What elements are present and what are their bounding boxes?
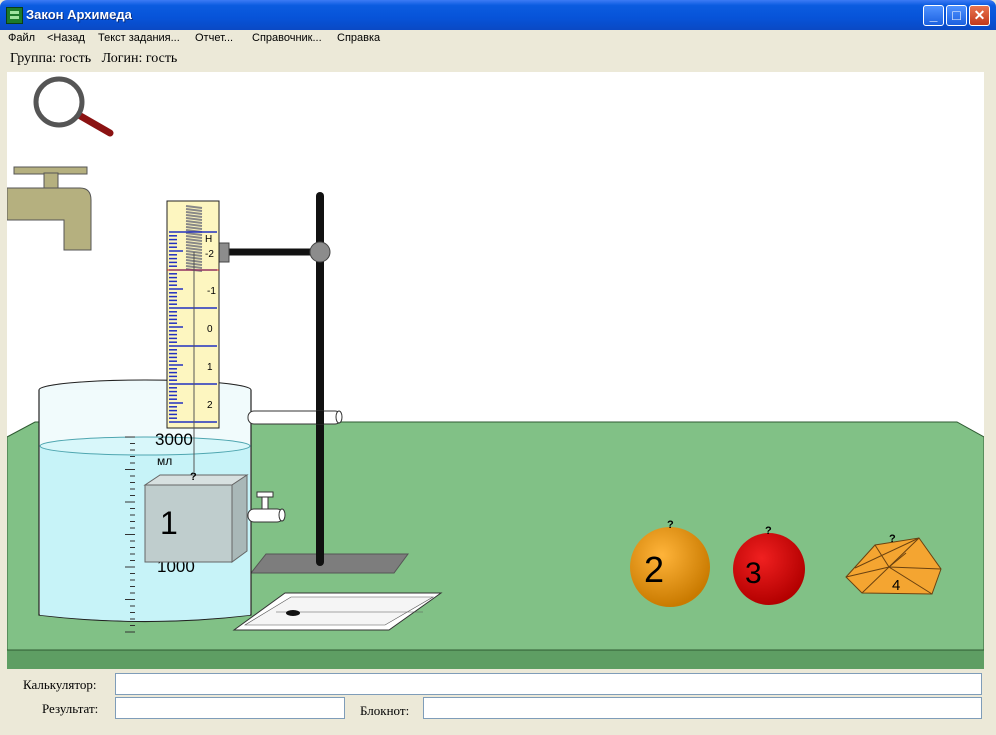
maximize-button[interactable]: □ [946,5,967,26]
maximize-icon: □ [952,7,961,23]
menu-report[interactable]: Отчет... [195,32,233,44]
dyn-label-1: 1 [207,362,213,373]
group-value: гость [59,51,92,66]
menu-file[interactable]: Файл [8,32,35,44]
minimize-icon: _ [929,7,938,23]
title-bar: Закон Архимеда _ □ ✕ [0,0,996,30]
table-edge [7,650,984,669]
beaker-label-3000: 3000 [155,430,193,449]
stand-clamp [247,410,343,425]
object-1-mark: ? [190,471,197,483]
close-icon: ✕ [973,7,986,23]
dyn-label-m2: -2 [205,249,214,260]
minimize-button[interactable]: _ [923,5,944,26]
simulation-canvas[interactable]: 3000 мл 2000 1000 Н -1 0 1 2 -2 1 ? [7,72,984,669]
app-icon [6,7,23,24]
menu-back[interactable]: <Назад [47,32,85,44]
stand-base [249,553,409,574]
user-info: Группа: гость Логин: гость [10,51,177,67]
result-label: Результат: [42,701,99,716]
object-3-label: 3 [745,557,762,590]
object-4-mark: ? [889,533,896,545]
group-label: Группа: [10,51,57,66]
dyn-label-0: 0 [207,324,213,335]
menu-bar: Файл <Назад Текст задания... Отчет... Сп… [0,30,996,48]
object-1-cube[interactable]: 1 ? [143,471,249,563]
object-2-mark: ? [667,519,674,531]
calculator-field[interactable] [115,673,982,695]
magnifier-icon[interactable] [33,76,114,137]
menu-help[interactable]: Справка [337,32,380,44]
object-3-mark: ? [765,525,772,537]
result-field[interactable] [115,697,345,719]
calculator-label: Калькулятор: [23,677,97,692]
close-button[interactable]: ✕ [969,5,990,26]
menu-reference[interactable]: Справочник... [252,32,322,44]
object-1-label: 1 [160,505,178,541]
menu-task-text[interactable]: Текст задания... [98,32,180,44]
object-2-label: 2 [644,549,664,590]
dynamometer-unit: Н [205,234,212,245]
notepad-label: Блокнот: [360,703,410,718]
faucet[interactable] [7,166,92,251]
login-label: Логин: [101,51,143,66]
right-edge [988,72,996,669]
beaker-unit: мл [157,454,172,468]
notepad-field[interactable] [423,697,982,719]
dyn-label-2: 2 [207,400,213,411]
dyn-label-m1: -1 [207,286,216,297]
login-value: гость [145,51,178,66]
object-4-label: 4 [892,577,900,594]
window-title: Закон Архимеда [26,7,132,22]
